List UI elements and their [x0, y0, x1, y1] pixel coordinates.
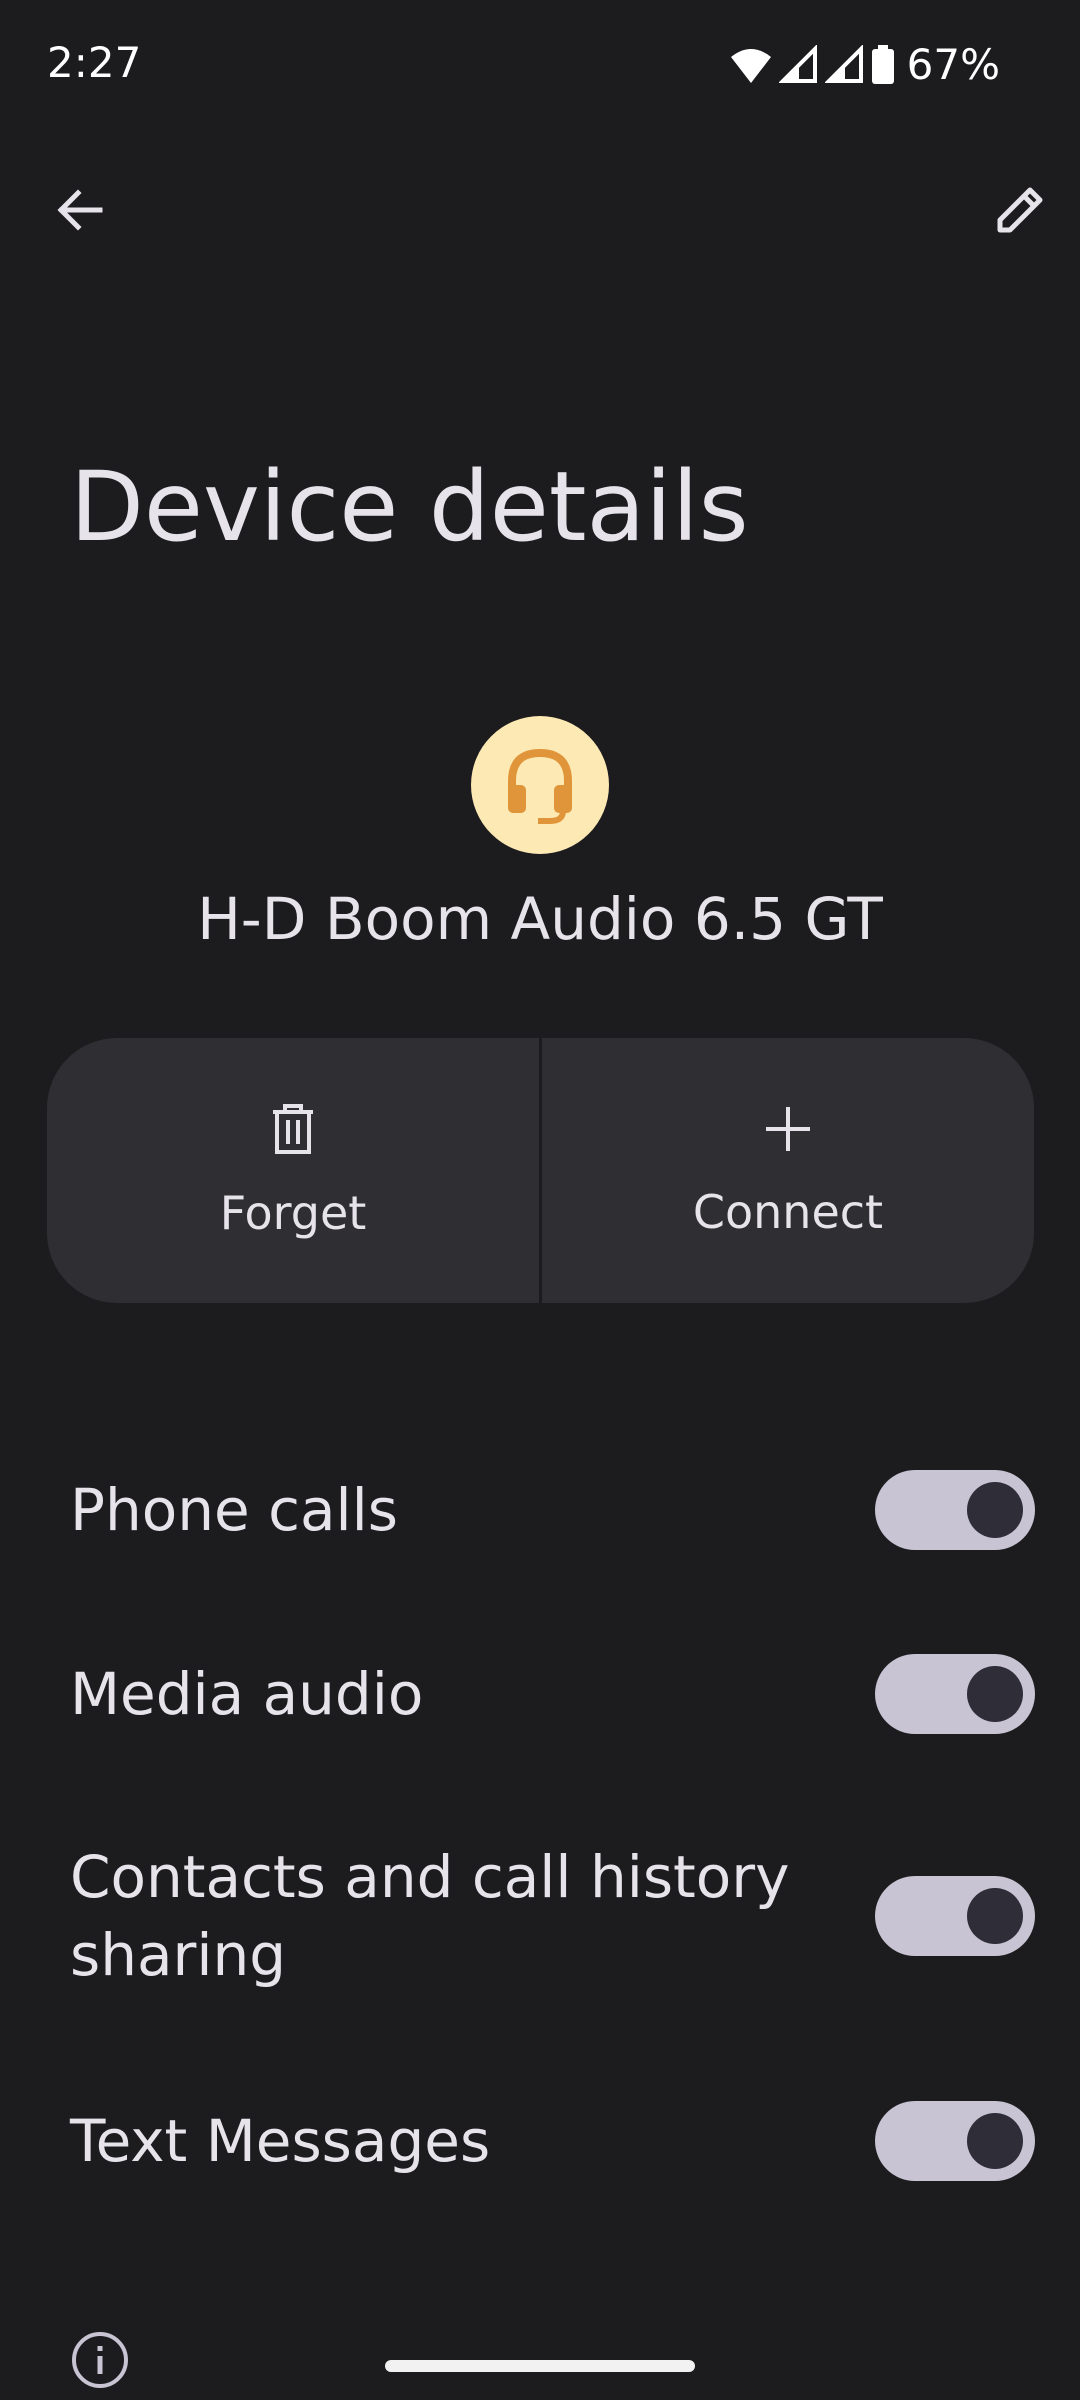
switch-thumb: [967, 1482, 1023, 1538]
contacts-sharing-switch[interactable]: [875, 1876, 1035, 1956]
page-title: Device details: [70, 451, 749, 563]
status-bar: 2:27 67%: [0, 0, 1080, 130]
media-audio-switch[interactable]: [875, 1654, 1035, 1734]
trash-icon: [273, 1103, 313, 1154]
arrow-back-icon: [57, 189, 103, 231]
edit-button[interactable]: [970, 160, 1070, 260]
wifi-icon: [730, 48, 771, 83]
setting-row-phone-calls[interactable]: Phone calls: [70, 1470, 1035, 1550]
connect-button[interactable]: Connect: [542, 1038, 1034, 1303]
device-avatar: [471, 716, 609, 854]
switch-thumb: [967, 1888, 1023, 1944]
setting-row-contacts-sharing[interactable]: Contacts and call history sharing: [70, 1838, 1035, 1994]
setting-label: Text Messages: [70, 2107, 491, 2175]
pencil-icon: [997, 187, 1043, 233]
signal-icon: [778, 44, 817, 83]
forget-button[interactable]: Forget: [47, 1038, 539, 1303]
device-name: H-D Boom Audio 6.5 GT: [197, 885, 883, 953]
battery-icon: [871, 44, 894, 84]
connect-label: Connect: [692, 1184, 884, 1239]
phone-calls-switch[interactable]: [875, 1470, 1035, 1550]
setting-row-media-audio[interactable]: Media audio: [70, 1654, 1035, 1734]
setting-label: Phone calls: [70, 1476, 398, 1544]
setting-row-text-messages[interactable]: Text Messages: [70, 2101, 1035, 2181]
status-time: 2:27: [47, 38, 142, 87]
device-actions: Forget Connect: [47, 1038, 1034, 1303]
signal-icon: [824, 44, 863, 83]
forget-label: Forget: [219, 1185, 367, 1240]
setting-label: Contacts and call history sharing: [70, 1843, 790, 1989]
status-icons: 67%: [729, 40, 1000, 89]
home-indicator[interactable]: [385, 2360, 695, 2372]
setting-label: Media audio: [70, 1660, 424, 1728]
headset-icon: [508, 748, 572, 824]
text-messages-switch[interactable]: [875, 2101, 1035, 2181]
info-icon: [72, 2332, 128, 2388]
switch-thumb: [967, 2113, 1023, 2169]
switch-thumb: [967, 1666, 1023, 1722]
battery-percentage: 67%: [906, 40, 1000, 89]
back-button[interactable]: [30, 160, 130, 260]
plus-icon: [766, 1106, 810, 1151]
